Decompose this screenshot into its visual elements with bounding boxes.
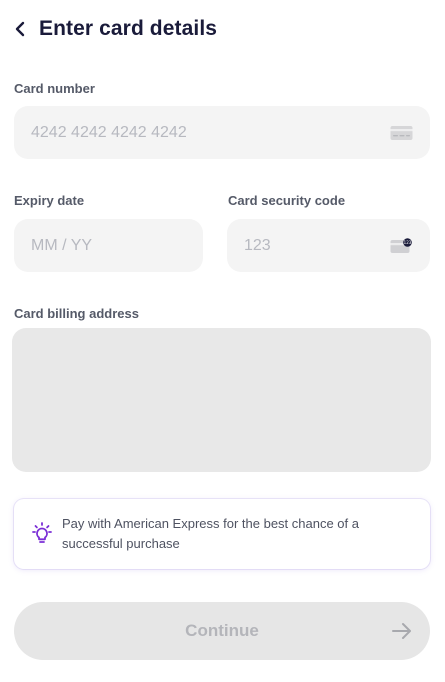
expiry-date-field[interactable] xyxy=(14,219,203,272)
tip-text: Pay with American Express for the best c… xyxy=(62,516,359,551)
card-number-label: Card number xyxy=(14,81,95,96)
chevron-left-icon xyxy=(15,21,25,37)
page-title: Enter card details xyxy=(39,17,218,40)
security-code-field[interactable]: 123 xyxy=(227,219,430,272)
continue-button[interactable]: Continue xyxy=(14,602,430,660)
billing-address-field[interactable] xyxy=(12,328,431,472)
expiry-date-input[interactable] xyxy=(31,219,203,272)
card-number-field[interactable] xyxy=(14,106,430,159)
credit-card-icon xyxy=(390,125,413,140)
expiry-date-label: Expiry date xyxy=(14,193,85,208)
security-code-label: Card security code xyxy=(228,193,346,208)
continue-button-label: Continue xyxy=(185,621,259,640)
card-number-input[interactable] xyxy=(31,106,430,159)
back-button[interactable] xyxy=(8,16,32,42)
header: Enter card details xyxy=(0,0,445,58)
card-cvc-icon: 123 xyxy=(390,237,412,253)
billing-address-label: Card billing address xyxy=(14,306,139,321)
amex-tip-banner: Pay with American Express for the best c… xyxy=(14,499,430,569)
lightbulb-icon xyxy=(32,522,52,543)
svg-text:123: 123 xyxy=(404,240,412,245)
enter-card-details-screen: Enter card details Card number Expiry da… xyxy=(0,0,445,682)
arrow-right-icon xyxy=(392,623,411,639)
